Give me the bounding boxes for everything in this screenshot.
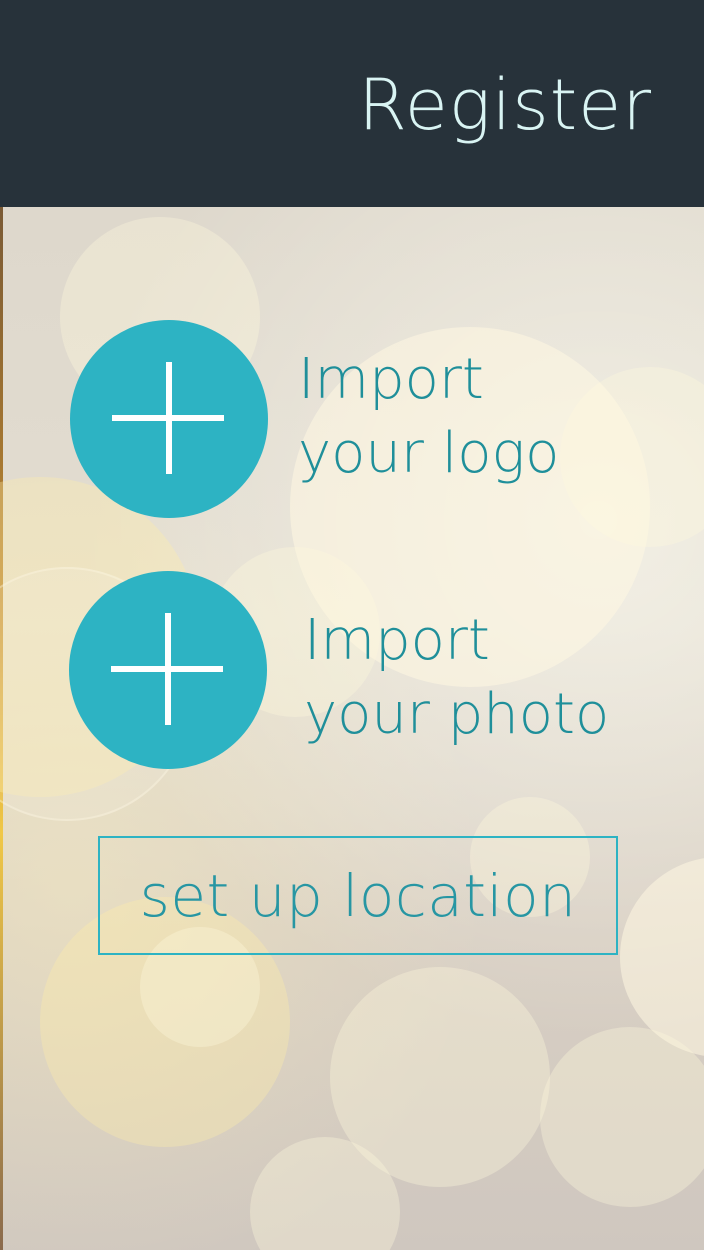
bokeh-light xyxy=(540,1027,704,1207)
import-logo-label[interactable]: Import your logo xyxy=(298,343,559,491)
import-logo-line1: Import xyxy=(298,347,484,412)
import-logo-line2: your logo xyxy=(298,421,560,486)
import-photo-line2: your photo xyxy=(304,682,610,747)
set-up-location-button[interactable]: set up location xyxy=(98,836,618,955)
app-header: Register xyxy=(0,0,704,207)
page-title: Register xyxy=(358,64,652,146)
import-photo-line1: Import xyxy=(304,608,490,673)
import-photo-label[interactable]: Import your photo xyxy=(304,604,609,752)
plus-icon xyxy=(165,613,171,725)
register-screen: Register Import your logo Import your ph… xyxy=(0,0,704,1250)
plus-icon xyxy=(166,362,172,474)
set-up-location-label: set up location xyxy=(139,861,577,930)
import-photo-button[interactable] xyxy=(69,571,267,769)
import-logo-button[interactable] xyxy=(70,320,268,518)
